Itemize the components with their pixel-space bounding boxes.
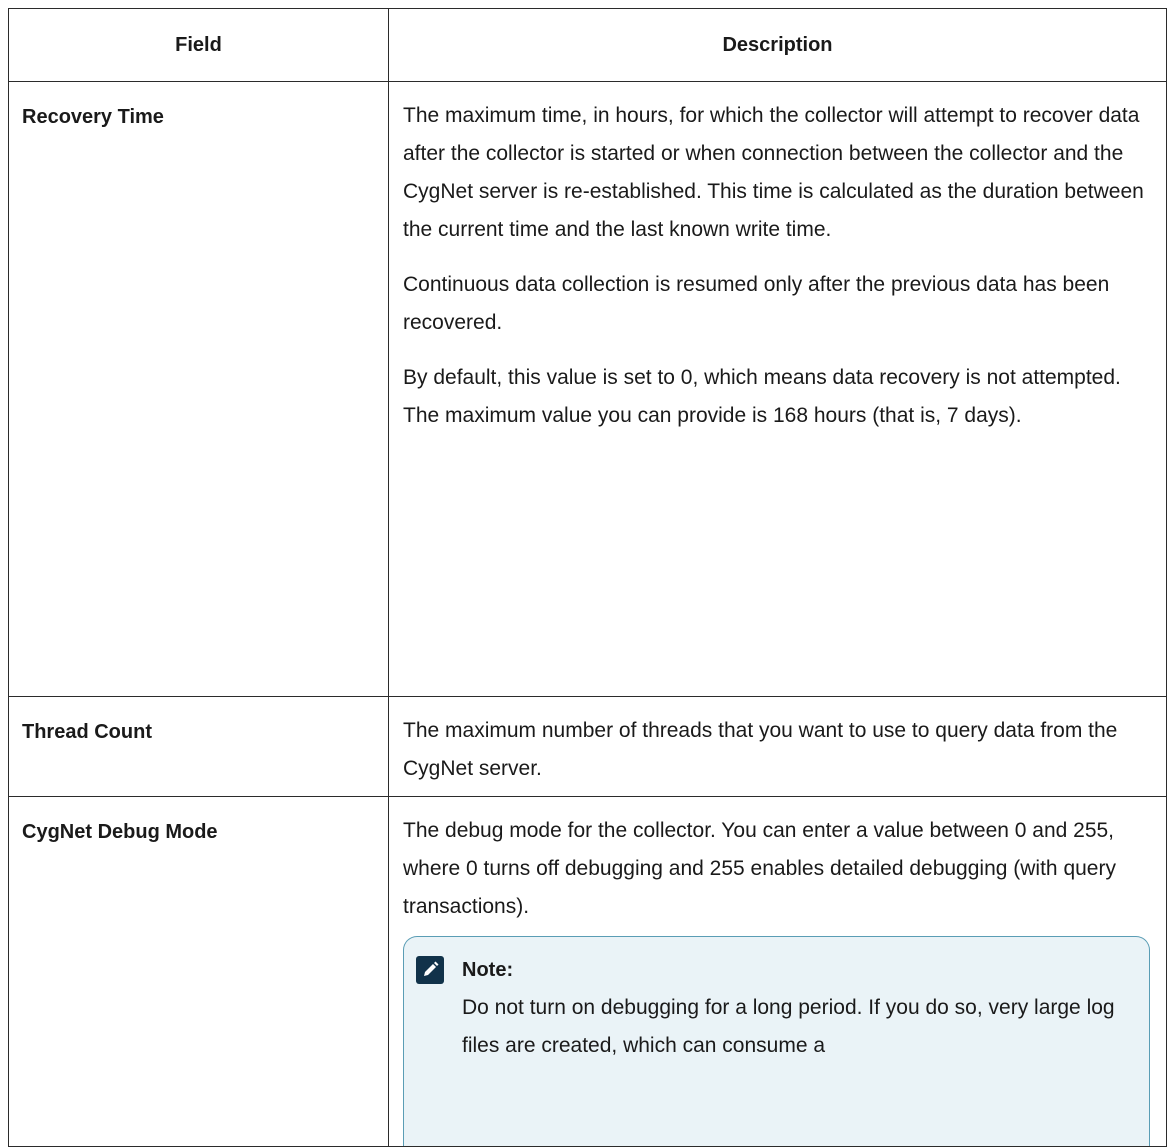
- field-description: The maximum number of threads that you w…: [388, 696, 1167, 797]
- note-callout: Note: Do not turn on debugging for a lon…: [403, 936, 1150, 1146]
- description-paragraph: The maximum number of threads that you w…: [403, 719, 1118, 780]
- field-description: The debug mode for the collector. You ca…: [388, 796, 1167, 1147]
- description-column-header: Description: [388, 8, 1167, 82]
- table-row: Recovery Time The maximum time, in hours…: [8, 81, 1167, 697]
- pencil-icon: [416, 956, 444, 984]
- note-title: Note:: [462, 959, 514, 981]
- field-column-header: Field: [8, 8, 389, 82]
- description-paragraph: The debug mode for the collector. You ca…: [403, 819, 1116, 918]
- description-paragraph: The maximum time, in hours, for which th…: [403, 104, 1144, 241]
- field-description-table: Field Description Recovery Time The maxi…: [8, 8, 1167, 1147]
- table-header-row: Field Description: [8, 8, 1167, 82]
- field-name: Thread Count: [8, 696, 389, 797]
- table-row: CygNet Debug Mode The debug mode for the…: [8, 796, 1167, 1147]
- description-paragraph: By default, this value is set to 0, whic…: [403, 366, 1121, 427]
- note-text: Do not turn on debugging for a long peri…: [462, 996, 1115, 1057]
- field-name: Recovery Time: [8, 81, 389, 697]
- field-description: The maximum time, in hours, for which th…: [388, 81, 1167, 697]
- field-name: CygNet Debug Mode: [8, 796, 389, 1147]
- table-row: Thread Count The maximum number of threa…: [8, 696, 1167, 797]
- note-header: Note:: [416, 951, 1137, 989]
- description-paragraph: Continuous data collection is resumed on…: [403, 273, 1110, 334]
